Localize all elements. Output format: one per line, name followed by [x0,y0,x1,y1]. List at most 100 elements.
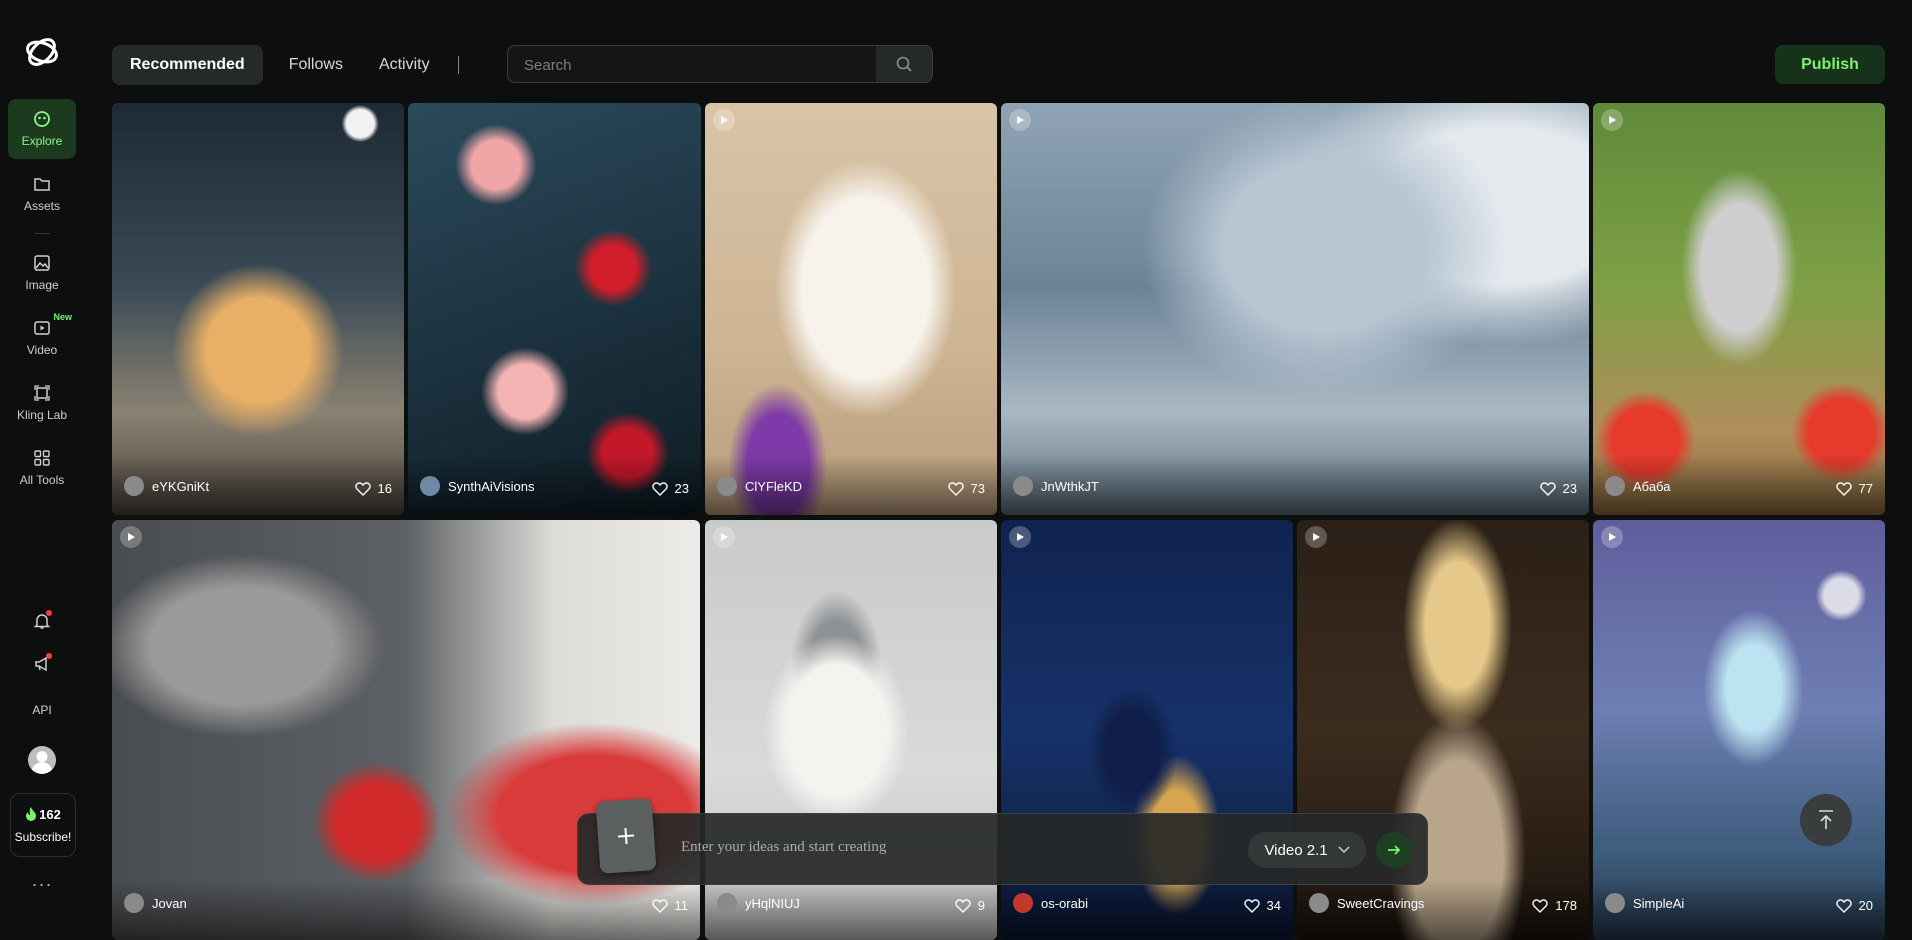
play-icon [1609,533,1616,541]
sidebar-item-all-tools[interactable]: All Tools [8,438,76,498]
video-indicator [713,109,735,131]
card-overlay [112,880,700,940]
like-button[interactable]: 23 [651,481,689,496]
sidebar-item-image[interactable]: Image [8,243,76,303]
card-author[interactable]: JnWthkJT [1013,476,1099,496]
card-author[interactable]: yHqlNIUJ [717,893,800,913]
new-badge: New [53,312,72,322]
video-icon [34,321,50,335]
feed-card[interactable]: SimpleAi 20 [1593,520,1885,940]
heart-icon [1539,481,1556,496]
heart-icon [651,481,668,496]
feed-card[interactable]: eYKGniKt 16 [112,103,404,515]
plus-icon [617,827,635,845]
play-icon [1313,533,1320,541]
prompt-input[interactable]: Enter your ideas and start creating [681,839,886,856]
like-count: 9 [977,898,985,913]
chevron-down-icon [1338,846,1350,854]
like-button[interactable]: 11 [651,898,689,913]
author-avatar [1605,893,1625,913]
sidebar-item-label: Image [25,278,59,292]
sidebar-item-assets[interactable]: Assets [8,164,76,224]
like-button[interactable]: 73 [947,481,985,496]
heart-icon [947,481,964,496]
flame-icon [26,807,37,821]
credits-count-row: 162 [25,807,61,822]
video-indicator [1009,109,1031,131]
search-button[interactable] [876,46,932,82]
publish-button[interactable]: Publish [1775,45,1885,84]
like-button[interactable]: 9 [955,898,985,913]
like-button[interactable]: 178 [1532,898,1577,913]
like-count: 77 [1858,481,1873,496]
credits-panel[interactable]: 162 Subscribe! [10,793,76,857]
feed-card[interactable]: JnWthkJT 23 [1001,103,1589,515]
feed-card[interactable]: SynthAiVisions 23 [408,103,701,515]
sidebar-item-video[interactable]: New Video [8,308,76,368]
kling-logo[interactable] [22,32,62,72]
tab-recommended[interactable]: Recommended [112,45,263,85]
search-icon [896,56,912,72]
play-icon [128,533,135,541]
arrow-up-icon [1819,810,1833,829]
notifications-button[interactable] [28,607,56,635]
sidebar-item-label: All Tools [19,473,65,487]
avatar[interactable] [28,746,56,774]
feed-card[interactable]: Абаба 77 [1593,103,1885,515]
card-author[interactable]: Абаба [1605,476,1670,496]
like-count: 11 [674,898,689,913]
explore-icon [34,111,50,127]
heart-icon [354,481,371,496]
author-name: Jovan [152,895,187,911]
tab-activity[interactable]: Activity [361,45,448,85]
author-avatar [420,476,440,496]
like-count: 34 [1266,898,1281,913]
card-author[interactable]: SimpleAi [1605,893,1684,913]
heart-icon [1532,898,1549,913]
lab-icon [34,385,50,401]
author-avatar [124,476,144,496]
subscribe-button[interactable]: Subscribe! [15,830,72,844]
card-author[interactable]: Jovan [124,893,187,913]
card-author[interactable]: eYKGniKt [124,476,209,496]
tab-follows[interactable]: Follows [271,45,361,85]
like-button[interactable]: 20 [1835,898,1873,913]
image-icon [34,255,50,271]
credits-count: 162 [39,806,61,822]
sidebar-item-explore[interactable]: Explore [8,99,76,159]
author-name: Абаба [1633,478,1671,494]
like-button[interactable]: 77 [1835,481,1873,496]
video-indicator [120,526,142,548]
video-indicator [1009,526,1031,548]
like-button[interactable]: 34 [1243,898,1281,913]
api-link[interactable]: API [0,703,84,717]
video-indicator [1305,526,1327,548]
model-selector[interactable]: Video 2.1 [1248,832,1366,868]
search-input[interactable] [522,46,886,84]
play-icon [721,116,728,124]
author-name: SweetCravings [1337,895,1425,911]
author-avatar [717,893,737,913]
like-count: 178 [1555,898,1577,913]
card-author[interactable]: ClYFleKD [717,476,802,496]
more-menu-button[interactable]: ··· [0,874,84,895]
grid-icon [34,450,50,466]
author-avatar [124,893,144,913]
generate-button[interactable] [1376,832,1412,868]
author-name: yHqlNIUJ [745,895,800,911]
feed-card[interactable]: ClYFleKD 73 [705,103,997,515]
scroll-to-top-button[interactable] [1800,794,1852,846]
prompt-bar: Enter your ideas and start creating Vide… [577,798,1428,885]
announcements-button[interactable] [28,650,56,678]
like-count: 23 [1562,481,1577,496]
sidebar-item-kling-lab[interactable]: Kling Lab [8,373,76,433]
heart-icon [1835,898,1852,913]
add-reference-button[interactable] [595,798,657,874]
card-author[interactable]: SynthAiVisions [420,476,534,496]
play-icon [1017,116,1024,124]
card-author[interactable]: os-orabi [1013,893,1088,913]
tab-separator [457,56,459,74]
like-button[interactable]: 16 [354,481,392,496]
card-author[interactable]: SweetCravings [1309,893,1424,913]
like-button[interactable]: 23 [1539,481,1577,496]
